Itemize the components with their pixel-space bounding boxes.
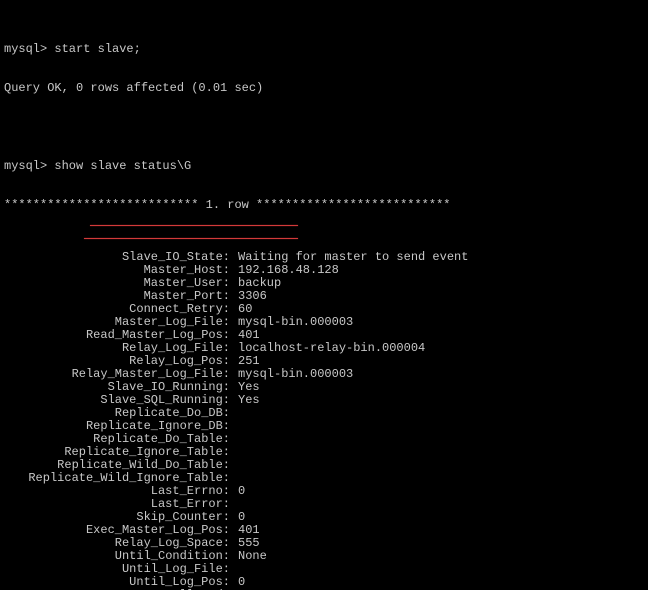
- status-value: 0: [238, 485, 644, 498]
- status-value: 0: [238, 511, 644, 524]
- status-row: Master_Host: 192.168.48.128: [4, 264, 644, 277]
- status-value: mysql-bin.000003: [238, 368, 644, 381]
- status-value: localhost-relay-bin.000004: [238, 342, 644, 355]
- status-row: Relay_Master_Log_File: mysql-bin.000003: [4, 368, 644, 381]
- status-value: Yes: [238, 394, 644, 407]
- status-row: Exec_Master_Log_Pos: 401: [4, 524, 644, 537]
- row-separator-stars: *************************** 1. row *****…: [4, 199, 644, 212]
- status-value: [238, 472, 644, 485]
- status-value: [238, 433, 644, 446]
- status-value: backup: [238, 277, 644, 290]
- highlight-underline-sql-running: [84, 238, 298, 239]
- slave-status-block: Slave_IO_State: Waiting for master to se…: [4, 251, 644, 590]
- status-row: Until_Log_File:: [4, 563, 644, 576]
- status-row: Slave_SQL_Running: Yes: [4, 394, 644, 407]
- mysql-prompt-show-status: mysql> show slave status\G: [4, 160, 644, 173]
- status-row: Last_Error:: [4, 498, 644, 511]
- status-value: mysql-bin.000003: [238, 316, 644, 329]
- status-row: Master_User: backup: [4, 277, 644, 290]
- status-value: 3306: [238, 290, 644, 303]
- status-row: Master_Port: 3306: [4, 290, 644, 303]
- terminal-window[interactable]: mysql> start slave; Query OK, 0 rows aff…: [0, 0, 648, 590]
- status-value: 555: [238, 537, 644, 550]
- status-value: [238, 563, 644, 576]
- status-value: 192.168.48.128: [238, 264, 644, 277]
- blank-line: [4, 121, 644, 134]
- status-row: Replicate_Wild_Ignore_Table:: [4, 472, 644, 485]
- status-value: 401: [238, 524, 644, 537]
- status-value: [238, 459, 644, 472]
- status-value: [238, 407, 644, 420]
- status-row: Until_Condition: None: [4, 550, 644, 563]
- status-value: Yes: [238, 381, 644, 394]
- status-value: 0: [238, 576, 644, 589]
- query-ok-line: Query OK, 0 rows affected (0.01 sec): [4, 82, 644, 95]
- status-row: Relay_Log_File: localhost-relay-bin.0000…: [4, 342, 644, 355]
- mysql-prompt-start-slave: mysql> start slave;: [4, 43, 644, 56]
- status-row: Relay_Log_Space: 555: [4, 537, 644, 550]
- status-value: [238, 498, 644, 511]
- status-value: [238, 420, 644, 433]
- status-value: [238, 446, 644, 459]
- highlight-underline-io-running: [90, 225, 298, 226]
- status-row: Last_Errno: 0: [4, 485, 644, 498]
- status-value: None: [238, 550, 644, 563]
